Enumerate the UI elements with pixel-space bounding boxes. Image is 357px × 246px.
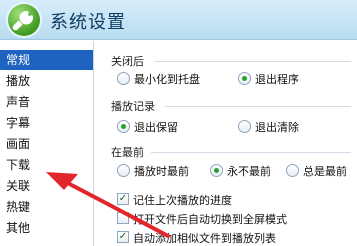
sidebar-item-download[interactable]: 下载 [0,155,93,175]
radio-never-ontop[interactable] [210,164,223,177]
radio-ontop-when-playing-label[interactable]: 播放时最前 [134,163,189,179]
checkbox-remember-progress[interactable]: ✓ [117,193,129,205]
sidebar-item-other[interactable]: 其他 [0,218,93,238]
settings-panel: 关闭后 最小化到托盘 退出程序 播放记录 退出保留 退出清除 在最前 播放时最前… [95,41,357,246]
radio-ontop-when-playing[interactable] [117,164,130,177]
divider [165,106,351,107]
history-section-title: 播放记录 [111,100,155,113]
radio-minimize-to-tray[interactable] [117,72,130,85]
title-bar: 系统设置 [0,0,357,40]
sidebar-item-subtitles[interactable]: 字幕 [0,113,93,133]
radio-clear-on-exit-label[interactable]: 退出清除 [255,119,299,135]
sidebar-item-association[interactable]: 关联 [0,176,93,196]
radio-always-ontop-label[interactable]: 总是最前 [303,163,347,179]
radio-minimize-to-tray-label[interactable]: 最小化到托盘 [134,71,200,87]
ontop-section-title: 在最前 [111,146,144,159]
radio-keep-on-exit-label[interactable]: 退出保留 [134,119,178,135]
checkbox-auto-add-similar[interactable]: ✓ [117,231,129,243]
divider [151,152,351,153]
checkbox-auto-add-similar-label[interactable]: 自动添加相似文件到播放列表 [133,230,276,246]
sidebar-item-playback[interactable]: 播放 [0,71,93,91]
divider [155,61,351,62]
checkbox-auto-fullscreen[interactable] [117,212,129,224]
radio-clear-on-exit[interactable] [238,120,251,133]
sidebar-item-sound[interactable]: 声音 [0,92,93,112]
radio-exit-program-label[interactable]: 退出程序 [255,71,299,87]
wrench-icon [8,4,40,36]
sidebar-item-picture[interactable]: 画面 [0,134,93,154]
sidebar: 常规 播放 声音 字幕 画面 下载 关联 热键 其他 [0,41,94,246]
radio-always-ontop[interactable] [286,164,299,177]
checkbox-auto-fullscreen-label[interactable]: 打开文件后自动切换到全屏模式 [133,211,287,227]
close-section-title: 关闭后 [111,55,144,68]
window-title: 系统设置 [50,12,126,33]
sidebar-item-general[interactable]: 常规 [0,50,93,70]
radio-exit-program[interactable] [238,72,251,85]
radio-keep-on-exit[interactable] [117,120,130,133]
sidebar-item-hotkeys[interactable]: 热键 [0,197,93,217]
checkbox-remember-progress-label[interactable]: 记住上次播放的进度 [133,192,232,208]
radio-never-ontop-label[interactable]: 永不最前 [227,163,271,179]
